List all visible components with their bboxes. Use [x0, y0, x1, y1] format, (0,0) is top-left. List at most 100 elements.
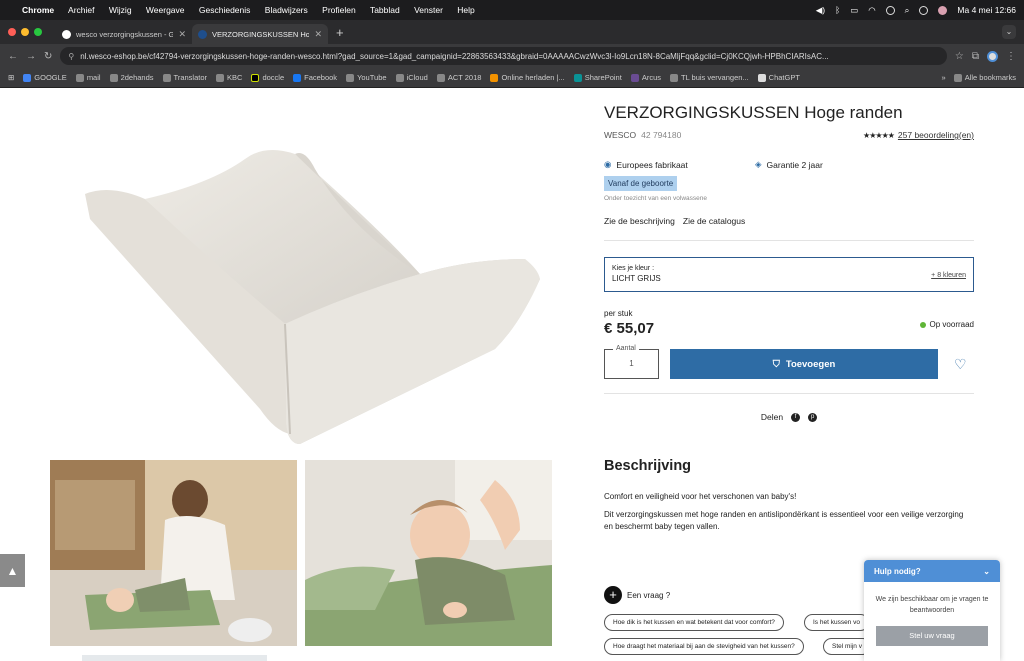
- quantity-label: Aantal: [613, 344, 639, 354]
- user-icon[interactable]: [938, 5, 948, 15]
- browser-toolbar: ← → ↻ ⚲ nl.wesco-eshop.be/cf42794-verzor…: [0, 44, 1024, 68]
- bookmark-youtube[interactable]: YouTube: [346, 73, 387, 82]
- close-tab-icon[interactable]: ✕: [314, 29, 322, 40]
- chevron-down-icon[interactable]: ⌄: [983, 567, 990, 576]
- reviews-link[interactable]: 257 beoordeling(en): [898, 130, 974, 140]
- product-thumbnail-next[interactable]: [82, 655, 267, 661]
- tab-product[interactable]: VERZORGINGSKUSSEN Hoge ✕: [192, 24, 328, 44]
- menu-profielen[interactable]: Profielen: [322, 5, 356, 15]
- chatgpt-icon: [757, 73, 766, 82]
- volume-icon[interactable]: ◀): [816, 5, 825, 16]
- bookmark-icloud[interactable]: iCloud: [395, 73, 428, 82]
- facebook-icon[interactable]: f: [791, 412, 801, 422]
- profile-icon[interactable]: [987, 50, 998, 62]
- bookmark-translator[interactable]: Translator: [162, 73, 207, 82]
- forward-icon[interactable]: →: [26, 51, 36, 62]
- search-icon[interactable]: ⌕: [905, 5, 910, 16]
- more-menu-icon[interactable]: ⋮: [1006, 51, 1016, 62]
- wishlist-heart-icon[interactable]: ♡: [954, 356, 967, 373]
- all-bookmarks[interactable]: Alle bookmarks: [953, 73, 1016, 82]
- menu-weergave[interactable]: Weergave: [146, 5, 185, 15]
- folder-icon: [953, 73, 962, 82]
- bookmark-tl-buis[interactable]: TL buis vervangen...: [669, 73, 749, 82]
- bookmark-star-icon[interactable]: ☆: [955, 51, 964, 62]
- feature-european: ◉ Europees fabrikaat: [604, 159, 755, 170]
- quantity-value[interactable]: 1: [629, 359, 633, 368]
- description-link[interactable]: Zie de beschrijving: [604, 216, 675, 226]
- bookmark-act-2018[interactable]: ACT 2018: [436, 73, 481, 82]
- question-chip[interactable]: Hoe dik is het kussen en wat betekent da…: [604, 614, 784, 631]
- doccle-icon: [251, 73, 260, 82]
- tab-google-search[interactable]: wesco verzorgingskussen - G ✕: [56, 24, 192, 44]
- new-tab-icon[interactable]: +: [336, 25, 344, 40]
- more-colors-link[interactable]: + 8 kleuren: [931, 272, 966, 279]
- url-text[interactable]: nl.wesco-eshop.be/cf42794-verzorgingskus…: [80, 52, 828, 61]
- bookmark-arcus[interactable]: Arcus: [630, 73, 661, 82]
- apps-icon[interactable]: ⊞: [8, 73, 14, 82]
- pinterest-icon[interactable]: p: [808, 412, 818, 422]
- question-chip[interactable]: Hoe draagt het materiaal bij aan de stev…: [604, 638, 804, 655]
- back-icon[interactable]: ←: [8, 51, 18, 62]
- battery-icon[interactable]: ▭: [850, 5, 858, 16]
- bookmark-kbc[interactable]: KBC: [216, 73, 242, 82]
- scroll-to-top-button[interactable]: ▲: [0, 554, 25, 587]
- feature-label: Garantie 2 jaar: [766, 159, 823, 170]
- extensions-icon[interactable]: ⧉: [972, 51, 979, 62]
- menu-tabblad[interactable]: Tabblad: [370, 5, 400, 15]
- color-selector[interactable]: Kies je kleur : LICHT GRIJS + 8 kleuren: [604, 257, 974, 292]
- ask-question-row[interactable]: + Een vraag ?: [604, 586, 670, 604]
- tab-search-icon[interactable]: ⌄: [1002, 25, 1016, 39]
- bookmark-mail[interactable]: mail: [75, 73, 101, 82]
- menu-wijzig[interactable]: Wijzig: [109, 5, 132, 15]
- bookmark-label: Arcus: [641, 73, 661, 82]
- add-to-cart-label: Toevoegen: [785, 358, 836, 370]
- help-header[interactable]: Hulp nodig? ⌄: [864, 560, 1000, 582]
- menu-geschiedenis[interactable]: Geschiedenis: [199, 5, 251, 15]
- clock[interactable]: Ma 4 mei 12:66: [957, 5, 1016, 15]
- bluetooth-icon[interactable]: ᛒ: [835, 5, 840, 15]
- close-window-icon[interactable]: [8, 28, 16, 36]
- bookmark-sharepoint[interactable]: SharePoint: [573, 73, 622, 82]
- tab-title: wesco verzorgingskussen - G: [76, 29, 174, 39]
- menu-archief[interactable]: Archief: [68, 5, 94, 15]
- address-bar[interactable]: ⚲ nl.wesco-eshop.be/cf42794-verzorgingsk…: [60, 47, 947, 65]
- app-menu: Chrome Archief Wijzig Weergave Geschiede…: [22, 5, 487, 15]
- menu-help[interactable]: Help: [457, 5, 474, 15]
- bookmark-chatgpt[interactable]: ChatGPT: [757, 73, 800, 82]
- quantity-field[interactable]: Aantal 1: [604, 344, 659, 379]
- site-info-icon[interactable]: ⚲: [68, 52, 74, 61]
- product-main-image[interactable]: [50, 109, 552, 449]
- product-thumbnail-mother-baby[interactable]: [50, 460, 297, 646]
- help-widget: Hulp nodig? ⌄ We zijn beschikbaar om je …: [864, 560, 1000, 661]
- close-tab-icon[interactable]: ✕: [178, 29, 186, 40]
- buy-row: Aantal 1 ⛉ Toevoegen ♡: [604, 344, 974, 379]
- globe-icon: [436, 73, 445, 82]
- reload-icon[interactable]: ↻: [44, 51, 52, 62]
- menu-chrome[interactable]: Chrome: [22, 5, 54, 15]
- bookmark-online-herladen[interactable]: Online herladen |...: [490, 73, 565, 82]
- bookmarks-overflow-icon[interactable]: »: [942, 73, 946, 82]
- question-chip[interactable]: Is het kussen vo: [804, 614, 869, 631]
- bookmark-doccle[interactable]: doccle: [251, 73, 284, 82]
- wifi-icon[interactable]: ◠: [868, 5, 875, 16]
- bookmark-2dehands[interactable]: 2dehands: [109, 73, 154, 82]
- bookmark-label: Alle bookmarks: [964, 73, 1016, 82]
- menu-venster[interactable]: Venster: [414, 5, 443, 15]
- add-to-cart-button[interactable]: ⛉ Toevoegen: [670, 349, 938, 379]
- bookmark-facebook[interactable]: Facebook: [293, 73, 337, 82]
- minimize-window-icon[interactable]: [21, 28, 29, 36]
- per-unit-label: per stuk: [604, 309, 633, 318]
- bookmark-google[interactable]: GOOGLE: [23, 73, 67, 82]
- bookmark-label: Facebook: [304, 73, 338, 82]
- feature-label: Europees fabrikaat: [616, 159, 688, 170]
- catalog-link[interactable]: Zie de catalogus: [683, 216, 745, 226]
- divider: [604, 393, 974, 394]
- menu-bladwijzers[interactable]: Bladwijzers: [265, 5, 308, 15]
- fullscreen-window-icon[interactable]: [34, 28, 42, 36]
- product-thumbnail-baby[interactable]: [305, 460, 552, 646]
- siri-icon[interactable]: [919, 5, 929, 15]
- ask-question-button[interactable]: Stel uw vraag: [876, 626, 988, 646]
- price-row: per stuk € 55,07 Op voorraad: [604, 309, 974, 337]
- globe-icon: [669, 73, 678, 82]
- control-center-icon[interactable]: [885, 5, 895, 15]
